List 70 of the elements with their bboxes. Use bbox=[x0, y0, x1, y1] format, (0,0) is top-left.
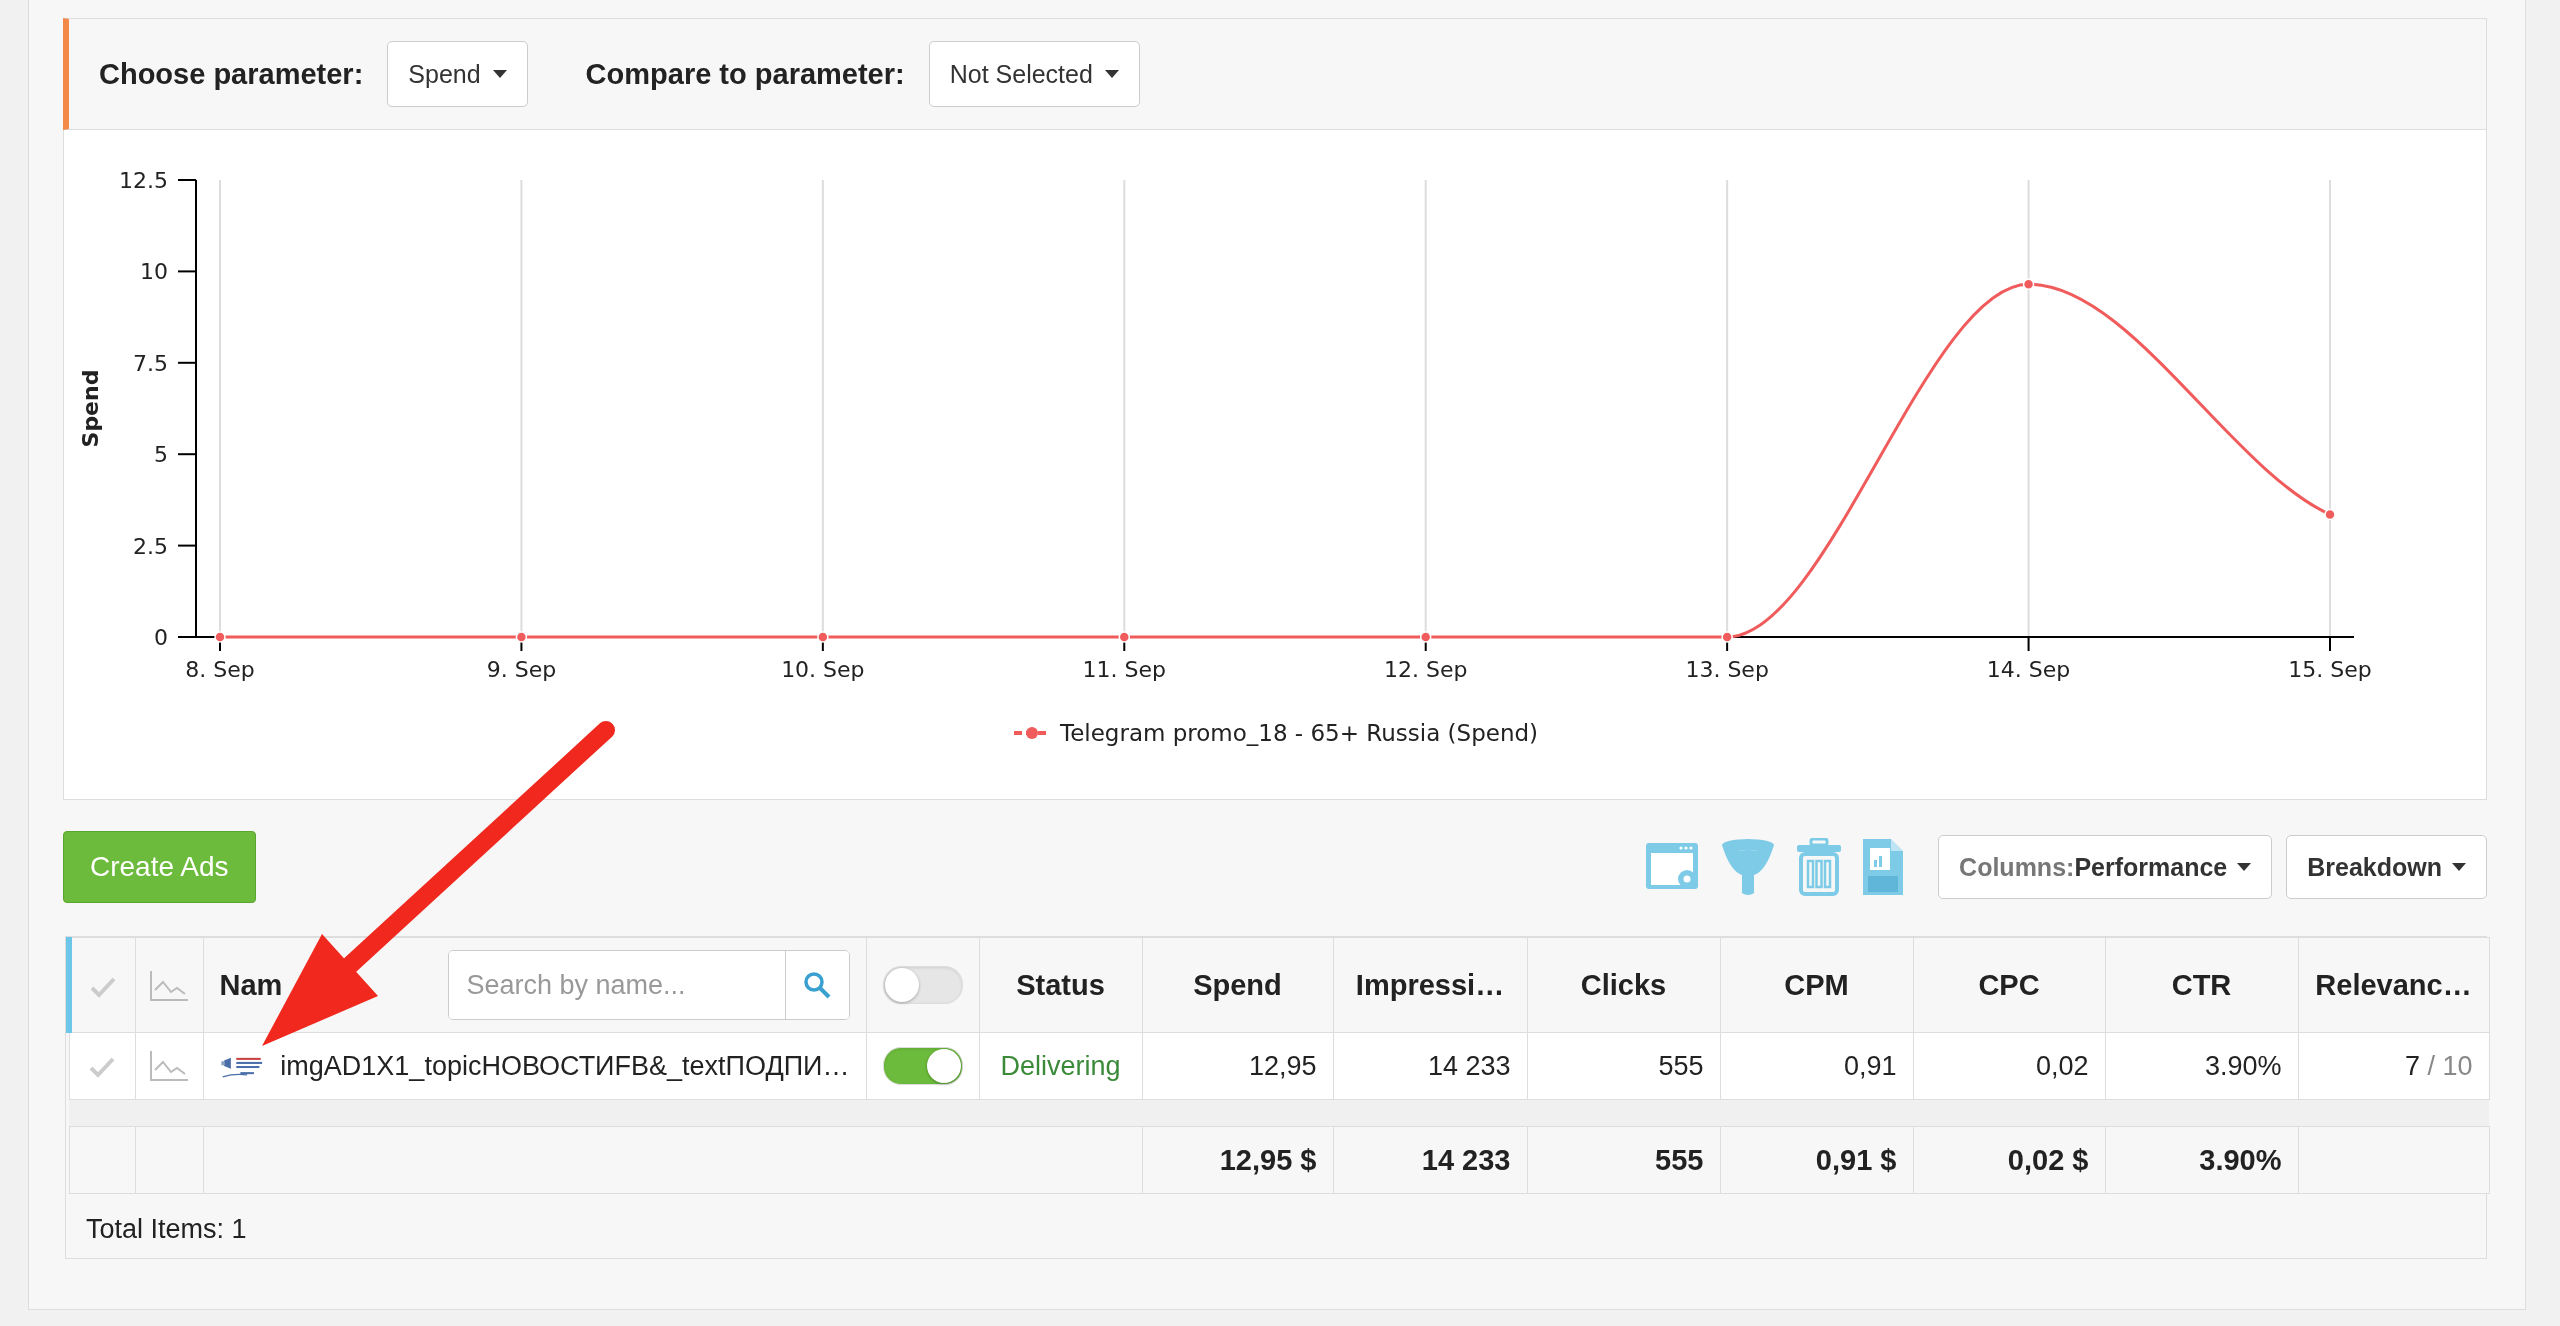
data-point bbox=[515, 631, 528, 643]
total-cell: 0,02 $ bbox=[1913, 1126, 2105, 1194]
column-header[interactable]: CTR bbox=[2105, 937, 2298, 1033]
total-cell: 3.90% bbox=[2105, 1126, 2298, 1194]
y-axis-title: Spend bbox=[78, 369, 103, 448]
caret-icon bbox=[1104, 70, 1119, 78]
x-tick-label: 12. Sep bbox=[1384, 657, 1468, 682]
line-chart-icon[interactable] bbox=[149, 1050, 189, 1083]
column-header[interactable]: Nam bbox=[219, 968, 283, 1002]
data-point bbox=[214, 631, 226, 643]
total-cell: 555 bbox=[1527, 1126, 1720, 1194]
data-point bbox=[817, 631, 829, 643]
breakdown-dropdown[interactable]: Breakdown bbox=[2286, 835, 2487, 899]
total-items-label: Total Items: 1 bbox=[85, 1213, 248, 1246]
data-point bbox=[2022, 278, 2035, 290]
table-cell: 3.90% bbox=[2105, 1032, 2298, 1100]
toggle-switch[interactable] bbox=[882, 1047, 963, 1085]
table-cell: 0,02 bbox=[1913, 1032, 2105, 1100]
x-tick-label: 15. Sep bbox=[2288, 657, 2372, 682]
search-field[interactable]: Search by name... bbox=[447, 950, 850, 1020]
trash-icon[interactable] bbox=[1796, 838, 1843, 896]
column-header[interactable]: Impressi… bbox=[1333, 937, 1527, 1033]
search-icon bbox=[803, 971, 831, 999]
table-cell: 0,91 bbox=[1720, 1032, 1913, 1100]
x-tick-label: 13. Sep bbox=[1685, 657, 1769, 682]
column-header[interactable]: Relevanc… bbox=[2298, 937, 2489, 1033]
checkmark-icon[interactable] bbox=[90, 975, 117, 998]
total-cell: 14 233 bbox=[1333, 1126, 1527, 1194]
y-tick-label: 12.5 bbox=[119, 168, 168, 193]
caret-icon bbox=[2452, 863, 2466, 871]
column-header[interactable]: Clicks bbox=[1527, 937, 1720, 1033]
y-tick-label: 7.5 bbox=[133, 350, 168, 376]
column-header[interactable]: CPM bbox=[1720, 937, 1913, 1033]
caret-icon bbox=[492, 70, 507, 78]
compare-dropdown[interactable]: Not Selected bbox=[928, 41, 1140, 107]
x-tick-label: 10. Sep bbox=[781, 657, 865, 682]
data-point bbox=[1419, 631, 1432, 643]
search-button[interactable] bbox=[784, 951, 849, 1019]
compare-parameter-label: Compare to parameter: bbox=[585, 57, 905, 91]
table-cell: 14 233 bbox=[1333, 1032, 1527, 1100]
data-point bbox=[2324, 508, 2336, 521]
x-tick-label: 14. Sep bbox=[1986, 657, 2071, 682]
column-header[interactable]: CPC bbox=[1913, 937, 2105, 1033]
column-header[interactable]: Spend bbox=[1142, 937, 1333, 1033]
checkmark-icon[interactable] bbox=[89, 1056, 115, 1079]
y-tick-label: 2.5 bbox=[133, 533, 168, 559]
line-chart-icon[interactable] bbox=[149, 970, 189, 1003]
parameter-dropdown[interactable]: Spend bbox=[387, 41, 528, 107]
y-tick-label: 0 bbox=[154, 625, 168, 650]
total-cell: 12,95 $ bbox=[1142, 1126, 1333, 1194]
total-cell: 0,91 $ bbox=[1720, 1126, 1913, 1194]
table-cell: 12,95 bbox=[1142, 1032, 1333, 1100]
data-point bbox=[1721, 631, 1733, 643]
columns-dropdown[interactable]: Columns:Performance bbox=[1938, 835, 2273, 899]
y-tick-label: 5 bbox=[154, 442, 168, 468]
y-tick-label: 10 bbox=[140, 259, 168, 285]
x-tick-label: 8. Sep bbox=[185, 657, 255, 682]
column-header[interactable]: Status bbox=[979, 937, 1142, 1033]
choose-parameter-label: Choose parameter: bbox=[99, 57, 364, 91]
caret-icon bbox=[2237, 863, 2252, 871]
status-cell: Delivering bbox=[979, 1032, 1142, 1100]
legend-label[interactable]: Telegram promo_18 - 65+ Russia (Spend) bbox=[1060, 720, 1539, 746]
x-tick-label: 11. Sep bbox=[1082, 657, 1166, 682]
filter-icon[interactable] bbox=[1720, 837, 1777, 897]
csv-file-icon[interactable] bbox=[1862, 838, 1905, 896]
x-tick-label: 9. Sep bbox=[486, 657, 557, 682]
data-point bbox=[1118, 631, 1131, 643]
toggle-switch[interactable] bbox=[882, 966, 963, 1004]
relevance-cell: 7 / 10 bbox=[2298, 1032, 2489, 1100]
table-cell: 555 bbox=[1527, 1032, 1720, 1100]
